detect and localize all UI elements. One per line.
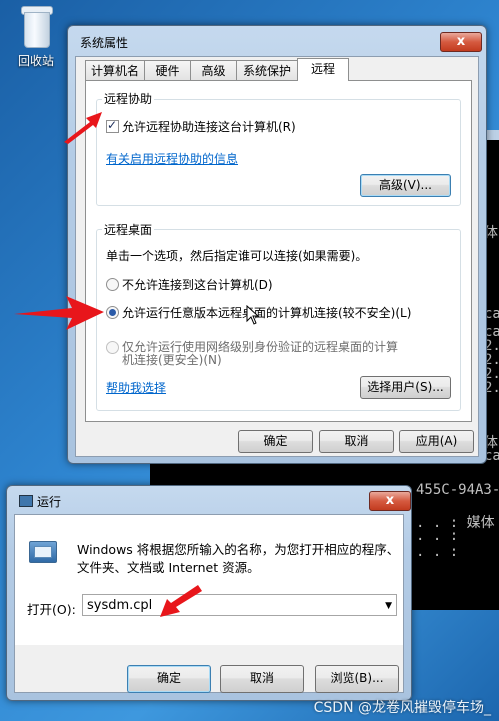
recycle-bin[interactable]: 回收站 xyxy=(6,4,66,69)
window-title: 系统属性 xyxy=(80,36,129,50)
system-properties-window: 系统属性 x 计算机名 硬件 高级 系统保护 远程 远程协助 允许远程协助连接这… xyxy=(67,25,487,464)
allow-remote-assistance-checkbox[interactable] xyxy=(106,118,119,133)
console-line: . . : xyxy=(416,528,459,544)
remote-desktop-instruction: 单击一个选项，然后指定谁可以连接(如果需要)。 xyxy=(106,249,368,263)
annotation-arrow-icon xyxy=(14,296,104,330)
run-description-line2: 文件夹、文档或 Internet 资源。 xyxy=(77,560,260,575)
option-allow-any-radio[interactable] xyxy=(106,306,119,319)
close-icon: x xyxy=(385,493,395,508)
run-dialog-body: Windows 将根据您所输入的名称，为您打开相应的程序、 文件夹、文档或 In… xyxy=(14,514,404,693)
ok-button[interactable]: 确定 xyxy=(238,430,313,453)
open-input-value: sysdm.cpl xyxy=(87,598,153,613)
run-close-button[interactable]: x xyxy=(369,491,411,511)
run-description-line1: Windows 将根据您所输入的名称，为您打开相应的程序、 xyxy=(77,542,400,557)
allow-remote-assistance-label: 允许远程协助连接这台计算机(R) xyxy=(122,120,296,134)
tab-computer-name[interactable]: 计算机名 xyxy=(85,60,145,81)
tab-advanced[interactable]: 高级 xyxy=(190,60,237,81)
recycle-bin-icon xyxy=(19,4,53,48)
option-allow-any-label: 允许运行任意版本远程桌面的计算机连接(较不安全)(L) xyxy=(122,306,412,320)
run-window-title: 运行 xyxy=(37,495,62,509)
option-nla-radio[interactable] xyxy=(106,341,119,354)
select-users-button[interactable]: 选择用户(S)... xyxy=(360,376,451,399)
close-button[interactable]: x xyxy=(440,32,482,52)
mouse-cursor-icon xyxy=(246,305,260,325)
option-deny-label: 不允许连接到这台计算机(D) xyxy=(122,278,273,292)
tab-system-protection[interactable]: 系统保护 xyxy=(236,60,298,81)
console-line: . . : xyxy=(416,544,459,560)
apply-button[interactable]: 应用(A) xyxy=(399,430,474,453)
browse-button[interactable]: 浏览(B)... xyxy=(315,665,399,693)
tab-remote[interactable]: 远程 xyxy=(297,58,349,81)
open-label: 打开(O): xyxy=(27,602,76,617)
close-icon: x xyxy=(456,34,466,49)
console-line: 455C-94A3- xyxy=(416,482,499,498)
open-input[interactable]: sysdm.cpl ▼ xyxy=(82,594,397,616)
option-nla-label-line2: 机连接(更安全)(N) xyxy=(122,353,222,367)
run-program-icon xyxy=(29,541,57,563)
help-me-choose-link[interactable]: 帮助我选择 xyxy=(106,379,166,396)
dialog-body: 计算机名 硬件 高级 系统保护 远程 远程协助 允许远程协助连接这台计算机(R)… xyxy=(75,56,479,457)
run-dialog-window: 运行 x Windows 将根据您所输入的名称，为您打开相应的程序、 文件夹、文… xyxy=(6,485,412,701)
tab-hardware[interactable]: 硬件 xyxy=(144,60,191,81)
remote-assistance-title: 远程协助 xyxy=(102,90,155,107)
dropdown-arrow-icon[interactable]: ▼ xyxy=(385,595,392,617)
run-cancel-button[interactable]: 取消 xyxy=(220,665,304,693)
cancel-button[interactable]: 取消 xyxy=(319,430,394,453)
recycle-bin-label: 回收站 xyxy=(17,54,54,68)
annotation-arrow-icon xyxy=(64,112,102,144)
option-deny-radio[interactable] xyxy=(106,278,119,291)
remote-assistance-info-link[interactable]: 有关启用远程协助的信息 xyxy=(106,150,238,167)
tab-content-remote: 远程协助 允许远程协助连接这台计算机(R) 有关启用远程协助的信息 高级(V).… xyxy=(85,80,472,422)
advanced-button[interactable]: 高级(V)... xyxy=(360,174,451,197)
run-ok-button[interactable]: 确定 xyxy=(127,665,211,693)
annotation-arrow-icon xyxy=(160,585,202,617)
remote-desktop-title: 远程桌面 xyxy=(102,221,155,238)
run-title-icon xyxy=(19,495,33,507)
watermark-text: CSDN @龙卷风摧毁停车场_ xyxy=(313,700,491,716)
